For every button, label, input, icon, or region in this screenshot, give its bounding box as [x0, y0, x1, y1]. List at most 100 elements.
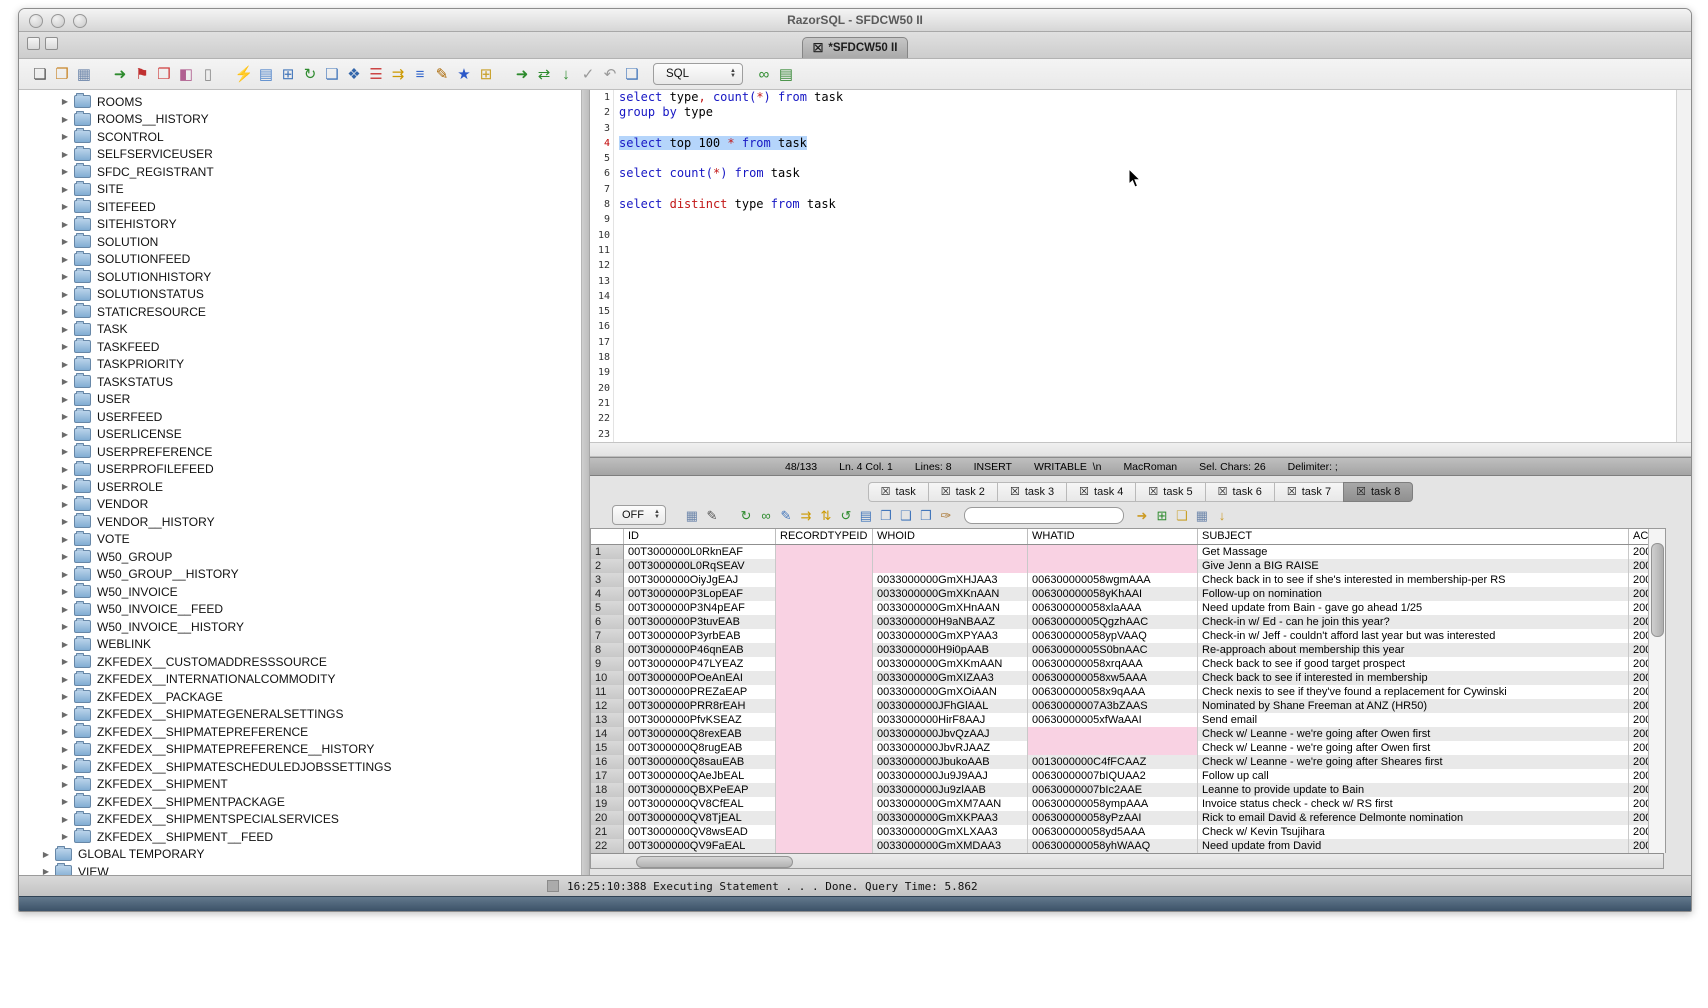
tree-item[interactable]: ▶SOLUTIONFEED [19, 251, 581, 269]
disclosure-triangle-icon[interactable]: ▶ [40, 850, 52, 859]
new-file-icon[interactable]: ❏ [29, 67, 51, 82]
reload-table-icon[interactable]: ↺ [836, 509, 856, 522]
table-row[interactable]: 400T3000000P3LopEAF0033000000GmXKnAAN006… [591, 587, 1648, 601]
row-number-cell[interactable]: 7 [591, 629, 624, 643]
table-cell[interactable]: Need update from David [1198, 839, 1629, 853]
disclosure-triangle-icon[interactable]: ▶ [59, 780, 71, 789]
table-cell[interactable]: 00T3000000P3tuvEAB [624, 615, 776, 629]
tree-item[interactable]: ▶TASKSTATUS [19, 373, 581, 391]
row-number-cell[interactable]: 2 [591, 559, 624, 573]
view-record-icon[interactable]: ∞ [756, 509, 776, 522]
tree-item[interactable]: ▶SOLUTIONSTATUS [19, 286, 581, 304]
table-cell[interactable]: 00T3000000QAeJbEAL [624, 769, 776, 783]
disclosure-triangle-icon[interactable]: ▶ [59, 710, 71, 719]
table-cell[interactable]: Check nexis to see if they've found a re… [1198, 685, 1629, 699]
table-cell[interactable]: 200 [1629, 587, 1649, 601]
table-row[interactable]: 2100T3000000QV8wsEAD0033000000GmXLXAA300… [591, 825, 1648, 839]
table-cell[interactable]: 0033000000GmXOiAAN [873, 685, 1028, 699]
table-cell[interactable] [776, 615, 873, 629]
tree-item[interactable]: ▶SITE [19, 181, 581, 199]
refresh-table-icon[interactable]: ↻ [299, 67, 321, 82]
table-lookup-icon[interactable]: ⊞ [475, 67, 497, 82]
row-number-header[interactable] [591, 529, 624, 544]
table-cell[interactable] [776, 839, 873, 853]
disclosure-triangle-icon[interactable]: ▶ [59, 150, 71, 159]
row-number-cell[interactable]: 20 [591, 811, 624, 825]
table-cell[interactable]: Rick to email David & reference Delmonte… [1198, 811, 1629, 825]
column-header[interactable]: RECORDTYPEID [776, 529, 873, 544]
disclosure-triangle-icon[interactable]: ▶ [40, 867, 52, 875]
reference-book-icon[interactable]: ❖ [343, 67, 365, 82]
table-cell[interactable]: 0033000000GmXHnAAN [873, 601, 1028, 615]
disclosure-triangle-icon[interactable]: ▶ [59, 115, 71, 124]
tree-item[interactable]: ▶WEBLINK [19, 636, 581, 654]
tree-item[interactable]: ▶SCONTROL [19, 128, 581, 146]
table-cell[interactable]: 006300000058xrqAAA [1028, 657, 1198, 671]
describe-icon[interactable]: ▤ [255, 67, 277, 82]
table-row[interactable]: 300T3000000OiyJgEAJ0033000000GmXHJAA3006… [591, 573, 1648, 587]
table-cell[interactable]: 200 [1629, 573, 1649, 587]
table-cell[interactable] [776, 741, 873, 755]
table-cell[interactable] [776, 643, 873, 657]
table-cell[interactable] [776, 825, 873, 839]
tree-item[interactable]: ▶W50_GROUP [19, 548, 581, 566]
table-cell[interactable]: Check back in to see if she's interested… [1198, 573, 1629, 587]
tree-item[interactable]: ▶ZKFEDEX__SHIPMENTSPECIALSERVICES [19, 811, 581, 829]
copy-connection-icon[interactable]: ❒ [153, 67, 175, 82]
row-number-cell[interactable]: 11 [591, 685, 624, 699]
disclosure-triangle-icon[interactable]: ▶ [59, 185, 71, 194]
table-cell[interactable]: Send email [1198, 713, 1629, 727]
disclosure-triangle-icon[interactable]: ▶ [59, 167, 71, 176]
table-cell[interactable] [776, 699, 873, 713]
table-row[interactable]: 1700T3000000QAeJbEAL0033000000Ju9J9AAJ00… [591, 769, 1648, 783]
frame-minimize-icon[interactable] [45, 37, 58, 50]
scrollbar-thumb[interactable] [636, 856, 793, 868]
align-lines-icon[interactable]: ≡ [409, 67, 431, 82]
disclosure-triangle-icon[interactable]: ▶ [59, 272, 71, 281]
edit-document-icon[interactable]: ❏ [321, 67, 343, 82]
table-cell[interactable] [776, 755, 873, 769]
column-header[interactable]: SUBJECT [1198, 529, 1629, 544]
disclosure-triangle-icon[interactable]: ▶ [59, 482, 71, 491]
sql-editor[interactable]: 1234567891011121314151617181920212223 se… [590, 90, 1691, 443]
table-cell[interactable]: 0033000000HirF8AAJ [873, 713, 1028, 727]
sql-mode-dropdown[interactable]: SQL ▲▼ [653, 63, 743, 85]
table-cell[interactable]: 200 [1629, 545, 1649, 559]
table-cell[interactable]: Check back to see if good target prospec… [1198, 657, 1629, 671]
disclosure-triangle-icon[interactable]: ▶ [59, 570, 71, 579]
disclosure-triangle-icon[interactable]: ▶ [59, 692, 71, 701]
table-vertical-scrollbar[interactable] [1648, 529, 1665, 853]
table-cell[interactable] [776, 601, 873, 615]
favorites-icon[interactable]: ★ [453, 67, 475, 82]
list-view-icon[interactable]: ☰ [365, 67, 387, 82]
disclosure-triangle-icon[interactable]: ▶ [59, 97, 71, 106]
row-number-cell[interactable]: 12 [591, 699, 624, 713]
table-cell[interactable]: 0033000000GmXPYAA3 [873, 629, 1028, 643]
tree-item[interactable]: ▶USERPROFILEFEED [19, 461, 581, 479]
table-cell[interactable]: 00T3000000QV9FaEAL [624, 839, 776, 853]
save-results-icon[interactable]: ▦ [682, 509, 702, 522]
table-cell[interactable]: 0033000000GmXKnAAN [873, 587, 1028, 601]
table-row[interactable]: 800T3000000P46qnEAB0033000000H9i0pAAB006… [591, 643, 1648, 657]
tree-item[interactable]: ▶ZKFEDEX__SHIPMATEPREFERENCE [19, 723, 581, 741]
table-cell[interactable]: 0033000000Ju9zlAAB [873, 783, 1028, 797]
row-number-cell[interactable]: 3 [591, 573, 624, 587]
result-tab[interactable]: ☒task [868, 482, 928, 502]
row-number-cell[interactable]: 21 [591, 825, 624, 839]
table-cell[interactable]: Follow-up on nomination [1198, 587, 1629, 601]
table-cell[interactable]: Get Massage [1198, 545, 1629, 559]
table-cell[interactable] [776, 545, 873, 559]
table-cell[interactable]: 200 [1629, 825, 1649, 839]
row-number-cell[interactable]: 15 [591, 741, 624, 755]
table-cell[interactable]: 0033000000GmXKPAA3 [873, 811, 1028, 825]
result-tab[interactable]: ☒task 7 [1274, 482, 1343, 502]
disclosure-triangle-icon[interactable]: ▶ [59, 132, 71, 141]
table-cell[interactable]: 00T3000000Q8sauEAB [624, 755, 776, 769]
tree-item[interactable]: ▶ZKFEDEX__SHIPMATEGENERALSETTINGS [19, 706, 581, 724]
table-cell[interactable] [776, 573, 873, 587]
table-cell[interactable]: 200 [1629, 769, 1649, 783]
table-cell[interactable] [776, 559, 873, 573]
table-cell[interactable]: 00T3000000QV8TjEAL [624, 811, 776, 825]
table-cell[interactable]: 0033000000GmXM7AAN [873, 797, 1028, 811]
add-connection-icon[interactable]: ◧ [175, 67, 197, 82]
